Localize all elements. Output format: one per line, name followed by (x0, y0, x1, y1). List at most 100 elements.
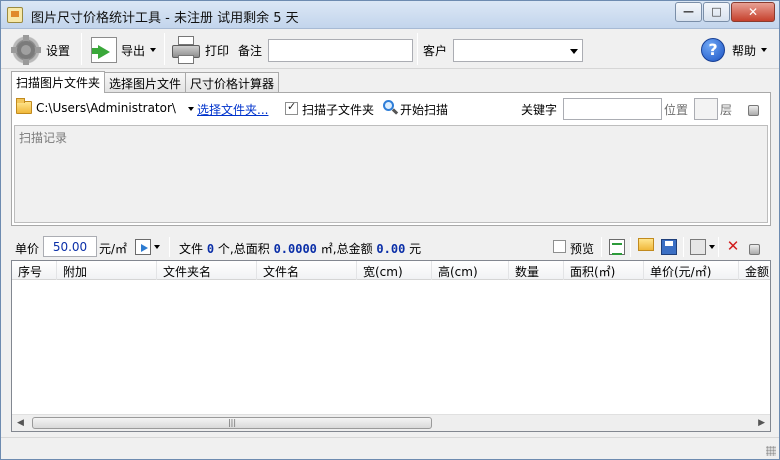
chevron-down-icon[interactable] (709, 245, 715, 249)
minimize-icon: — (683, 5, 694, 18)
customer-label-text: 客户 (423, 43, 448, 58)
app-icon (7, 7, 23, 23)
files-unit: 个,总面积 (217, 242, 270, 256)
open-folder-icon[interactable] (638, 238, 654, 251)
horizontal-scrollbar[interactable]: ◀ ||| ▶ (12, 414, 770, 431)
summary-separator (718, 237, 719, 257)
clear-list-icon[interactable] (747, 241, 763, 255)
position-input[interactable] (694, 98, 718, 120)
delete-icon[interactable]: ✕ (725, 238, 741, 254)
file-table[interactable]: 序号 附加 文件夹名 文件名 宽(cm) 高(cm) 数量 面积(㎡) 单价(元… (11, 260, 771, 432)
scan-log[interactable]: 扫描记录 (14, 125, 768, 223)
scrollbar-thumb[interactable]: ||| (32, 417, 432, 429)
area-unit: ㎡,总金额 (320, 242, 373, 256)
apply-price-icon[interactable] (135, 239, 151, 255)
tab-price-calculator[interactable]: 尺寸价格计算器 (185, 72, 280, 92)
export-label: 导出 (121, 43, 146, 58)
preview-checkbox[interactable] (553, 240, 566, 253)
scroll-left-icon[interactable]: ◀ (17, 418, 24, 428)
unit-price-input[interactable]: 50.00 (43, 236, 97, 257)
chevron-down-icon (761, 48, 768, 52)
app-window: 图片尺寸价格统计工具 - 未注册 试用剩余 5 天 — □ ✕ 设置 导出 打印… (0, 0, 780, 460)
tab-select-files[interactable]: 选择图片文件 (104, 72, 187, 92)
summary-text: 文件 0 个,总面积 0.0000 ㎡,总金额 0.00 元 (179, 240, 421, 257)
tab-strip: 扫描图片文件夹 选择图片文件 尺寸价格计算器 (11, 71, 280, 93)
note-label-text: 备注 (238, 43, 263, 58)
window-controls: — □ ✕ (674, 2, 775, 22)
note-label: 备注 (238, 35, 262, 65)
summary-separator (683, 237, 684, 257)
chevron-down-icon (150, 48, 157, 52)
tab-scan-folder[interactable]: 扫描图片文件夹 (11, 71, 106, 93)
title-bar[interactable]: 图片尺寸价格统计工具 - 未注册 试用剩余 5 天 — □ ✕ (1, 1, 779, 29)
resize-grip[interactable] (766, 446, 776, 456)
close-icon: ✕ (747, 5, 759, 19)
export-icon (91, 37, 117, 63)
column-header-file-name[interactable]: 文件名 (257, 261, 357, 280)
customer-combo[interactable] (453, 39, 583, 62)
start-scan-button[interactable]: 开始扫描 (400, 101, 448, 118)
gear-icon (11, 35, 41, 65)
unit-price-unit: 元/㎡ (99, 242, 128, 256)
toolbar-separator (164, 33, 165, 65)
preview-label: 预览 (570, 242, 595, 256)
folder-icon (16, 98, 32, 114)
unit-price-label: 单价 (15, 242, 40, 256)
toolbar-separator (81, 33, 82, 65)
choose-folder-link[interactable]: 选择文件夹... (197, 101, 268, 118)
maximize-button[interactable]: □ (703, 2, 730, 22)
summary-bar: 单价 50.00 元/㎡ 文件 0 个,总面积 0.0000 ㎡,总金额 0.0… (1, 235, 779, 259)
close-button[interactable]: ✕ (731, 2, 775, 22)
settings-button[interactable]: 设置 (11, 35, 70, 65)
chevron-down-icon[interactable] (154, 245, 160, 249)
export-button[interactable]: 导出 (91, 35, 157, 65)
column-header-index[interactable]: 序号 (12, 261, 57, 280)
table-header: 序号 附加 文件夹名 文件名 宽(cm) 高(cm) 数量 面积(㎡) 单价(元… (12, 261, 770, 280)
import-list-icon[interactable] (609, 239, 625, 255)
chevron-down-icon (187, 106, 194, 111)
scan-log-placeholder: 扫描记录 (19, 131, 68, 145)
column-header-unit-price[interactable]: 单价(元/㎡) (644, 261, 739, 280)
save-icon[interactable] (661, 239, 677, 255)
column-header-folder-name[interactable]: 文件夹名 (157, 261, 257, 280)
note-input[interactable] (268, 39, 413, 62)
folder-path-value: C:\Users\Administrator\ (36, 101, 176, 115)
folder-path-combo[interactable]: C:\Users\Administrator\ (36, 101, 194, 115)
clear-icon[interactable] (746, 102, 762, 116)
column-header-width[interactable]: 宽(cm) (357, 261, 432, 280)
window-title: 图片尺寸价格统计工具 - 未注册 试用剩余 5 天 (31, 11, 299, 26)
help-button[interactable]: ? 帮助 (701, 35, 768, 65)
help-label: 帮助 (732, 43, 757, 58)
keyword-input[interactable] (563, 98, 662, 120)
maximize-icon: □ (711, 5, 722, 18)
scroll-right-icon[interactable]: ▶ (758, 418, 765, 428)
layer-label: 层 (720, 103, 733, 117)
printer-icon (171, 36, 201, 64)
column-header-amount[interactable]: 金额 (739, 261, 770, 280)
print-label: 打印 (205, 43, 230, 58)
copy-icon[interactable] (690, 239, 706, 255)
toolbar: 设置 导出 打印 备注 客户 ? 帮助 (1, 29, 779, 69)
column-header-height[interactable]: 高(cm) (432, 261, 509, 280)
currency-label: 元 (409, 242, 422, 256)
help-icon: ? (701, 38, 725, 62)
search-icon (383, 100, 399, 115)
summary-separator (601, 237, 602, 257)
summary-separator (630, 237, 631, 257)
scan-tab-page: C:\Users\Administrator\ 选择文件夹... 扫描子文件夹 … (11, 92, 771, 226)
position-label: 位置 (664, 103, 689, 117)
scan-subfolders-label: 扫描子文件夹 (302, 103, 375, 117)
settings-label: 设置 (46, 43, 71, 58)
print-button[interactable]: 打印 (171, 35, 229, 65)
status-bar (1, 437, 779, 459)
column-header-area[interactable]: 面积(㎡) (564, 261, 644, 280)
files-label: 文件 (179, 242, 204, 256)
toolbar-separator (417, 33, 418, 65)
scan-subfolders-checkbox[interactable] (285, 100, 298, 115)
keyword-label: 关键字 (521, 103, 558, 117)
files-count: 0 (206, 242, 215, 256)
total-amount: 0.00 (376, 242, 406, 256)
column-header-quantity[interactable]: 数量 (509, 261, 564, 280)
column-header-extra[interactable]: 附加 (57, 261, 157, 280)
minimize-button[interactable]: — (675, 2, 702, 22)
